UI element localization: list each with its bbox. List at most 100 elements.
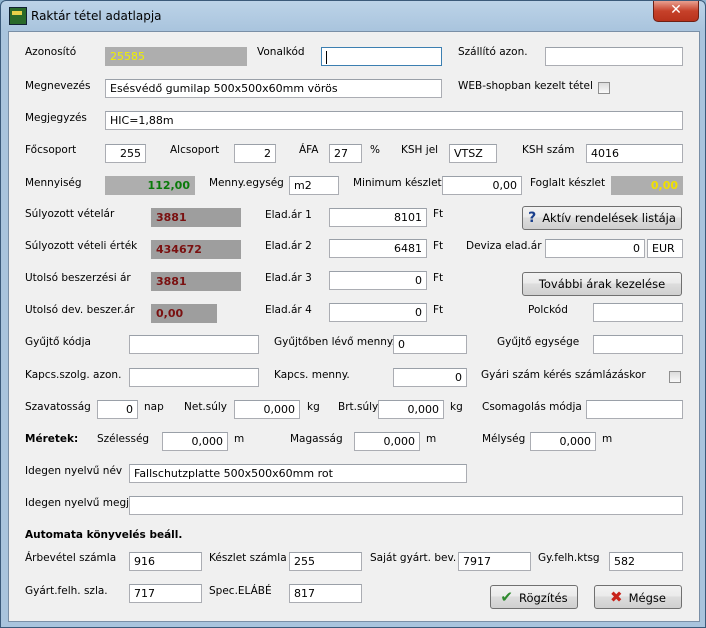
brt-suly-label: Brt.súly	[338, 401, 379, 413]
ksh-szam-input[interactable]: 4016	[586, 144, 683, 163]
net-suly-input[interactable]: 0,000	[234, 400, 300, 419]
gyujto-kodja-label: Gyűjtő kódja	[25, 336, 91, 348]
elad-ar-1-input[interactable]: 8101	[329, 208, 427, 227]
elad-ar-3-input[interactable]: 0	[329, 271, 427, 290]
title-bar: Raktár tétel adatlapja ✕	[1, 1, 705, 31]
idegen-nyelvu-megj-input[interactable]	[129, 496, 683, 515]
foglalt-keszlet-field: 0,00	[611, 176, 683, 195]
gyujto-egysege-input[interactable]	[593, 335, 683, 354]
app-icon	[9, 7, 27, 25]
kapcs-szolg-azon-label: Kapcs.szolg. azon.	[25, 369, 122, 381]
magassag-m: m	[426, 433, 437, 445]
min-keszlet-input[interactable]: 0,00	[442, 176, 522, 195]
elad-ar-3-ft: Ft	[433, 272, 444, 284]
keszlet-szamla-label: Készlet számla	[209, 552, 287, 564]
kapcs-menny-input[interactable]: 0	[393, 368, 467, 387]
focsoport-label: Főcsoport	[25, 144, 77, 156]
spec-elabe-input[interactable]: 817	[289, 584, 362, 603]
close-button[interactable]: ✕	[653, 1, 699, 22]
vonalkod-input[interactable]	[321, 47, 442, 66]
cross-icon: ✖	[610, 588, 623, 606]
afa-percent-label: %	[370, 144, 380, 156]
elad-ar-4-label: Elad.ár 4	[265, 304, 312, 316]
deviza-input[interactable]: EUR	[647, 239, 683, 258]
sajat-gyart-bev-label: Saját gyárt. bev.	[370, 552, 457, 564]
brt-suly-kg: kg	[450, 401, 463, 413]
aktiv-rendelesek-button[interactable]: ? Aktív rendelések listája	[522, 206, 682, 230]
form-body: Azonosító 25585 Vonalkód Szállító azon. …	[8, 31, 700, 622]
gyujto-egysege-label: Gyűjtő egysége	[497, 336, 580, 348]
brt-suly-input[interactable]: 0,000	[378, 400, 444, 419]
mennyiseg-field: 112,00	[105, 176, 195, 195]
afa-input[interactable]: 27	[329, 144, 362, 163]
question-icon: ?	[528, 210, 537, 226]
szallito-azon-input[interactable]	[545, 47, 683, 66]
melyseg-label: Mélység	[482, 433, 526, 445]
min-keszlet-label: Minimum készlet	[353, 177, 442, 189]
idegen-nyelvu-megj-label: Idegen nyelvű megj.	[25, 497, 133, 509]
elad-ar-2-label: Elad.ár 2	[265, 240, 312, 252]
megnevezes-input[interactable]: Esésvédő gumilap 500x500x60mm vörös	[105, 79, 442, 98]
window-title: Raktár tétel adatlapja	[31, 9, 162, 23]
megjegyzes-label: Megjegyzés	[25, 112, 87, 124]
melyseg-input[interactable]: 0,000	[530, 432, 596, 451]
elad-ar-2-ft: Ft	[433, 240, 444, 252]
csomagolas-modja-input[interactable]	[586, 400, 683, 419]
tovabbi-arak-button[interactable]: További árak kezelése	[522, 272, 682, 296]
szelesseg-label: Szélesség	[97, 433, 150, 445]
szavatossag-input[interactable]: 0	[97, 400, 138, 419]
afa-label: ÁFA	[299, 144, 319, 156]
utolso-beszerzesi-ar-field: 3881	[151, 272, 241, 291]
deviza-elad-ar-label: Deviza elad.ár	[466, 240, 542, 252]
azonosito-field[interactable]: 25585	[105, 47, 247, 66]
polckod-label: Polckód	[528, 304, 568, 316]
szavatossag-label: Szavatosság	[25, 401, 91, 413]
elad-ar-4-input[interactable]: 0	[329, 303, 427, 322]
webshop-checkbox[interactable]	[598, 82, 610, 94]
meretek-heading: Méretek:	[25, 433, 79, 445]
gyari-szam-checkbox[interactable]	[669, 371, 681, 383]
megjegyzes-input[interactable]: HIC=1,88m	[105, 111, 683, 130]
magassag-label: Magasság	[290, 433, 343, 445]
gyujto-kodja-input[interactable]	[129, 335, 259, 354]
webshop-label: WEB-shopban kezelt tétel	[458, 80, 593, 92]
checkmark-icon: ✔	[500, 588, 513, 606]
gyart-felh-szla-label: Gyárt.felh. szla.	[25, 585, 108, 597]
mennyiseg-label: Mennyiség	[25, 177, 82, 189]
automata-heading: Automata könyvelés beáll.	[25, 529, 183, 541]
gyart-felh-szla-input[interactable]: 717	[129, 584, 202, 603]
arbevetel-szamla-input[interactable]: 916	[129, 552, 202, 571]
menny-egyseg-input[interactable]: m2	[289, 176, 339, 195]
megnevezes-label: Megnevezés	[25, 80, 91, 92]
net-suly-label: Net.súly	[184, 401, 228, 413]
elad-ar-2-input[interactable]: 6481	[329, 239, 427, 258]
sajat-gyart-bev-input[interactable]: 7917	[458, 552, 531, 571]
alcsoport-label: Alcsoport	[170, 144, 220, 156]
foglalt-keszlet-label: Foglalt készlet	[530, 177, 606, 189]
elad-ar-3-label: Elad.ár 3	[265, 272, 312, 284]
gyari-szam-label: Gyári szám kérés számlázáskor	[481, 369, 646, 381]
magassag-input[interactable]: 0,000	[354, 432, 420, 451]
megse-button[interactable]: ✖ Mégse	[594, 585, 682, 609]
utolso-dev-beszer-ar-label: Utolsó dev. beszer.ár	[25, 304, 135, 316]
keszlet-szamla-input[interactable]: 255	[289, 552, 362, 571]
gy-felh-ktsg-label: Gy.felh.ktsg	[538, 552, 600, 564]
vonalkod-label: Vonalkód	[257, 46, 305, 58]
sulyozott-vetelar-label: Súlyozott vételár	[25, 208, 115, 220]
ksh-jel-input[interactable]: VTSZ	[449, 144, 497, 163]
kapcs-szolg-azon-input[interactable]	[129, 368, 259, 387]
idegen-nyelvu-nev-input[interactable]: Fallschutzplatte 500x500x60mm rot	[129, 464, 467, 483]
polckod-input[interactable]	[593, 303, 683, 322]
alcsoport-input[interactable]: 2	[234, 144, 276, 163]
deviza-elad-ar-input[interactable]: 0	[545, 239, 645, 258]
szelesseg-input[interactable]: 0,000	[162, 432, 228, 451]
gy-felh-ktsg-input[interactable]: 582	[609, 552, 683, 571]
kapcs-menny-label: Kapcs. menny.	[274, 369, 350, 381]
gyujtoben-levo-menny-input[interactable]: 0	[393, 335, 467, 354]
ksh-jel-label: KSH jel	[401, 144, 439, 156]
rogzites-button[interactable]: ✔ Rögzítés	[490, 585, 578, 609]
elad-ar-1-ft: Ft	[433, 208, 444, 220]
menny-egyseg-label: Menny.egység	[209, 177, 284, 189]
focsoport-input[interactable]: 255	[105, 144, 146, 163]
dialog-window: Raktár tétel adatlapja ✕ Azonosító 25585…	[0, 0, 706, 628]
